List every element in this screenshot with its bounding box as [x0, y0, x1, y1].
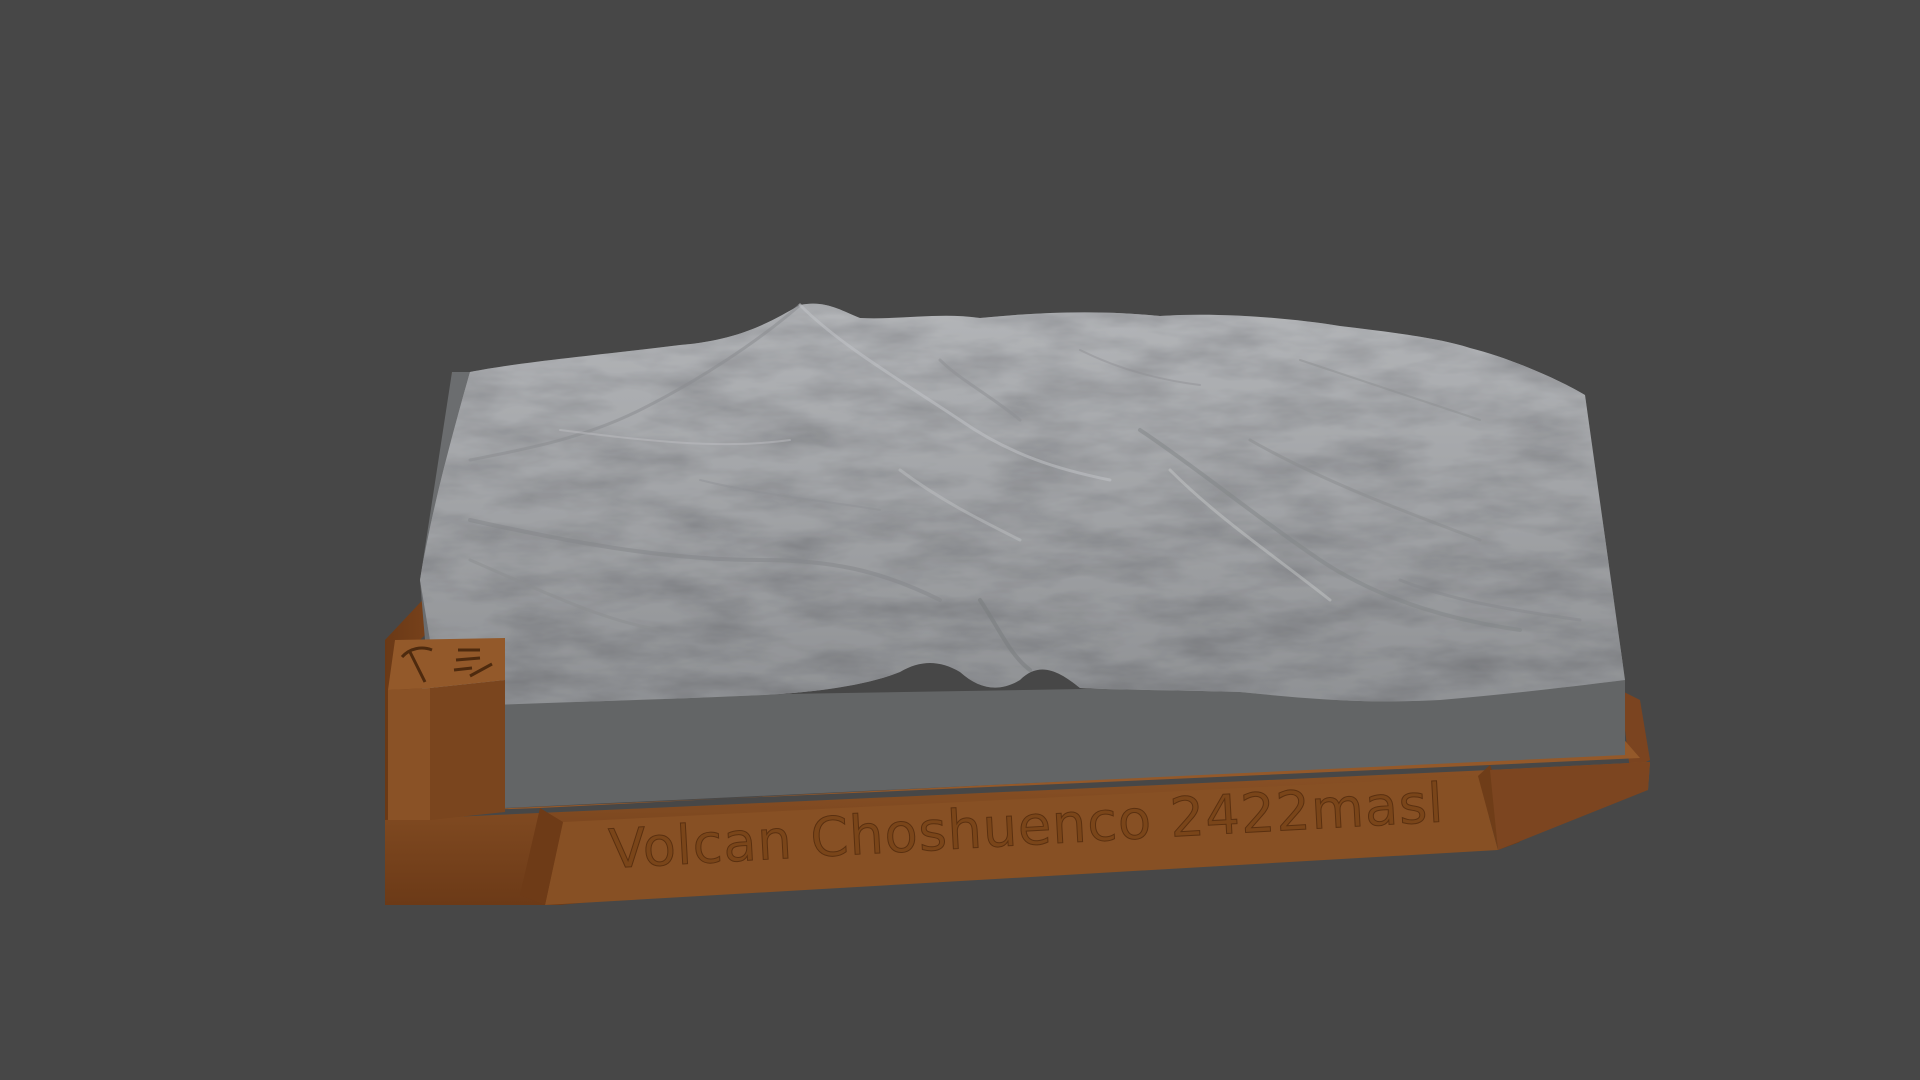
base-right-block: [1490, 762, 1650, 850]
corner-post-side: [430, 680, 505, 820]
terrain-surface: [420, 303, 1625, 706]
corner-post: [388, 638, 505, 820]
terrain-relief: [420, 303, 1625, 706]
render-viewport: Volcan Choshuenco 2422masl: [385, 303, 1650, 905]
corner-post-front: [388, 688, 430, 820]
